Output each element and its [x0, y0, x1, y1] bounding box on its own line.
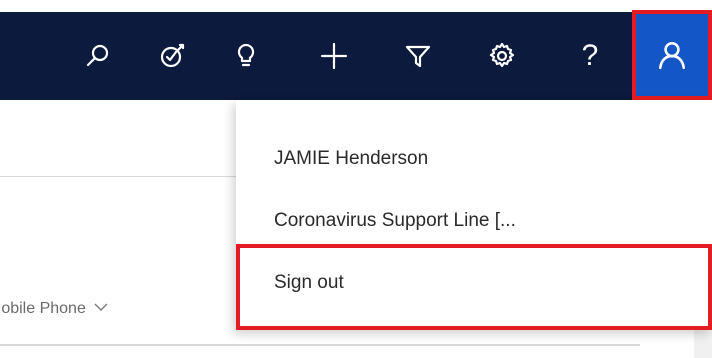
page-divider-bottom [0, 344, 640, 346]
menu-user-name: JAMIE Henderson [274, 148, 429, 169]
help-icon[interactable]: ? [570, 36, 610, 76]
lightbulb-icon[interactable] [226, 36, 266, 76]
page-divider [0, 176, 236, 177]
chevron-down-icon [94, 299, 108, 315]
top-navigation-bar: ? [0, 0, 712, 100]
gear-icon[interactable] [482, 36, 522, 76]
menu-organization[interactable]: Coronavirus Support Line [... [274, 210, 516, 232]
help-label: ? [581, 39, 599, 72]
plus-icon[interactable] [314, 36, 354, 76]
filter-icon[interactable] [398, 36, 438, 76]
search-icon[interactable] [78, 36, 118, 76]
profile-button[interactable] [632, 10, 712, 100]
sign-out-highlight [236, 244, 712, 330]
column-header-mobile-phone[interactable]: Mobile Phone [0, 300, 108, 318]
target-icon[interactable] [152, 36, 192, 76]
top-strip [0, 0, 712, 12]
column-header-label: Mobile Phone [0, 300, 86, 317]
user-icon [658, 41, 686, 70]
